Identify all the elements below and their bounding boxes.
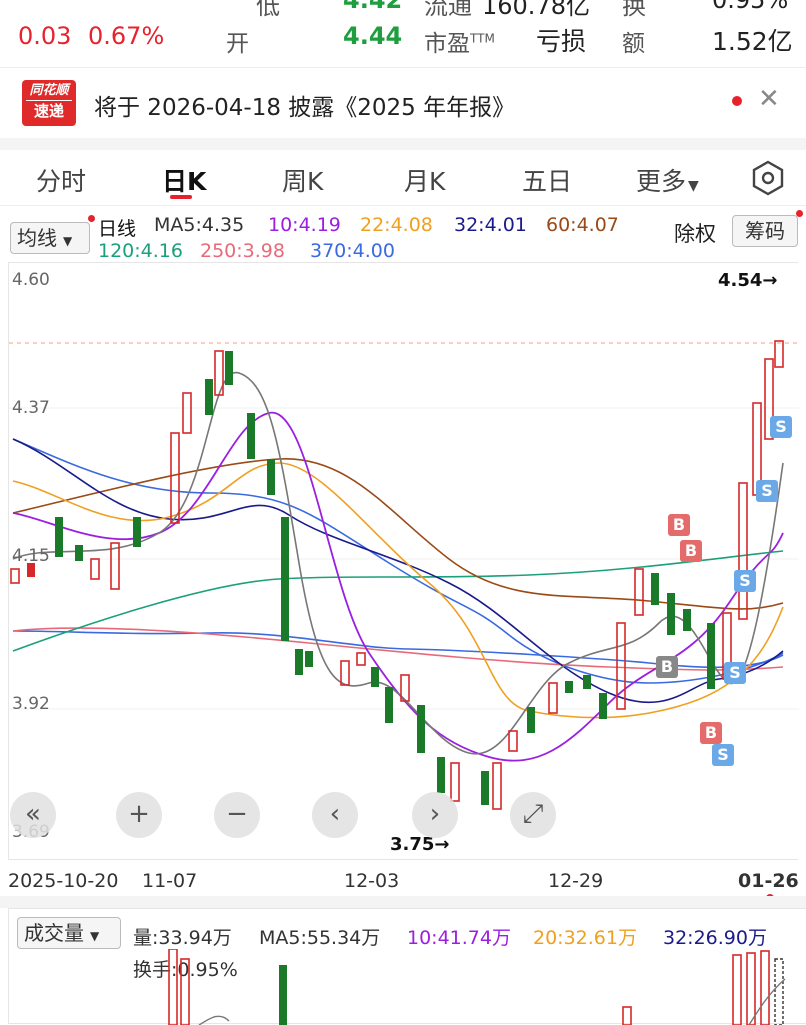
- buy-signal[interactable]: B: [668, 514, 690, 536]
- sell-signal[interactable]: S: [724, 662, 746, 684]
- sell-signal[interactable]: S: [770, 416, 792, 438]
- candlesticks: [10, 340, 784, 810]
- buy-signal[interactable]: B: [700, 722, 722, 744]
- scroll-left-button[interactable]: ‹: [312, 792, 358, 838]
- chips-button[interactable]: 筹码: [732, 215, 798, 247]
- ma370-label: 370:4.00: [310, 240, 395, 262]
- high-marker: 4.54→: [718, 270, 778, 291]
- price-axis-label: 4.37: [12, 398, 50, 418]
- line-type-label: 日线: [98, 218, 137, 240]
- float-label: 流通: [424, 0, 472, 20]
- price-axis-label: 4.15: [12, 546, 50, 566]
- change-pct: 0.67%: [88, 22, 165, 50]
- volume-label: 量:33.94万: [133, 927, 232, 949]
- notice-bar[interactable]: 同花顺 速递 将于 2026-04-18 披露《2025 年年报》 ✕: [0, 70, 806, 136]
- unread-dot-icon: [732, 96, 742, 106]
- buy-signal[interactable]: B: [680, 540, 702, 562]
- notice-text: 将于 2026-04-18 披露《2025 年年报》: [94, 95, 516, 121]
- scroll-right-button[interactable]: ›: [412, 792, 458, 838]
- chips-dot-icon: [796, 210, 803, 217]
- ma250-label: 250:3.98: [200, 240, 285, 262]
- buy-signal-gray[interactable]: B: [656, 656, 678, 678]
- zoom-out-button[interactable]: −: [214, 792, 260, 838]
- date-axis-label-current: 01-26: [738, 870, 799, 892]
- date-axis-label: 12-03: [344, 870, 400, 892]
- ex-rights-button[interactable]: 除权: [674, 218, 716, 248]
- low-label: 低: [256, 0, 280, 20]
- low-value: 4.42: [343, 0, 403, 14]
- sell-signal[interactable]: S: [734, 570, 756, 592]
- separator: [0, 896, 806, 908]
- ma60-label: 60:4.07: [546, 214, 619, 236]
- active-tab-indicator: [170, 195, 192, 199]
- pe-label: 市盈TTM: [424, 31, 495, 57]
- caret-down-icon: ▼: [63, 234, 73, 248]
- separator: [0, 138, 806, 150]
- sell-signal[interactable]: S: [756, 480, 778, 502]
- amount-value: 1.52亿: [712, 27, 793, 56]
- ma120-label: 120:4.16: [98, 240, 183, 262]
- turnover-value: 0.95%: [712, 0, 789, 14]
- volume-ma5-label: MA5:55.34万: [259, 927, 381, 949]
- indicator-selector[interactable]: 均线 ▼: [10, 222, 90, 254]
- ma22-label: 22:4.08: [360, 214, 433, 236]
- volume-ma10-label: 10:41.74万: [407, 927, 511, 949]
- caret-down-icon: ▼: [90, 929, 100, 943]
- amount-label: 额: [622, 31, 645, 57]
- price-axis-label: 4.60: [12, 270, 50, 290]
- tab-five-day[interactable]: 五日: [522, 162, 572, 198]
- ma5-line: [12, 372, 784, 755]
- volume-selector[interactable]: 成交量 ▼: [17, 917, 121, 949]
- scroll-start-button[interactable]: «: [10, 792, 56, 838]
- kline-chart[interactable]: [8, 262, 799, 860]
- volume-ma32-label: 32:26.90万: [663, 927, 767, 949]
- date-axis-label: 2025-10-20: [8, 870, 119, 892]
- float-value: 160.78亿: [482, 0, 590, 20]
- indicator-dot-icon: [88, 215, 95, 222]
- ma10-label: 10:4.19: [268, 214, 341, 236]
- tab-weekly-k[interactable]: 周K: [282, 162, 323, 198]
- turnover-label: 换: [622, 0, 646, 20]
- ma5-label: MA5:4.35: [154, 214, 245, 236]
- zoom-in-button[interactable]: +: [116, 792, 162, 838]
- fullscreen-button[interactable]: ⤢: [510, 792, 556, 838]
- quote-stats: 低 4.42 流通 160.78亿 换 0.95% 0.03 0.67% 开 4…: [0, 0, 806, 68]
- sell-signal[interactable]: S: [712, 744, 734, 766]
- open-label: 开: [226, 31, 249, 57]
- tab-more[interactable]: 更多 ▼: [636, 162, 699, 198]
- open-value: 4.44: [343, 22, 403, 50]
- pe-value: 亏损: [536, 27, 587, 56]
- price-axis-label: 3.92: [12, 694, 50, 714]
- date-axis-label: 11-07: [142, 870, 198, 892]
- kline-svg: [9, 340, 799, 810]
- close-icon[interactable]: ✕: [758, 84, 780, 114]
- ma32-label: 32:4.01: [454, 214, 527, 236]
- ths-express-logo: 同花顺 速递: [22, 80, 76, 126]
- settings-hexagon-icon[interactable]: [750, 160, 786, 200]
- tab-intraday[interactable]: 分时: [36, 162, 86, 198]
- change-value: 0.03: [18, 22, 72, 50]
- volume-ma20-label: 20:32.61万: [533, 927, 637, 949]
- volume-bars: [168, 949, 786, 1025]
- date-axis-label: 12-29: [548, 870, 604, 892]
- ma22-line: [12, 462, 784, 719]
- caret-down-icon: ▼: [688, 178, 699, 194]
- tab-daily-k[interactable]: 日K: [162, 162, 206, 198]
- volume-panel[interactable]: 成交量 ▼ 量:33.94万 MA5:55.34万 10:41.74万 20:32…: [8, 908, 806, 1025]
- tab-monthly-k[interactable]: 月K: [404, 162, 445, 198]
- period-tabs: 分时 日K 周K 月K 五日 更多 ▼: [0, 150, 806, 206]
